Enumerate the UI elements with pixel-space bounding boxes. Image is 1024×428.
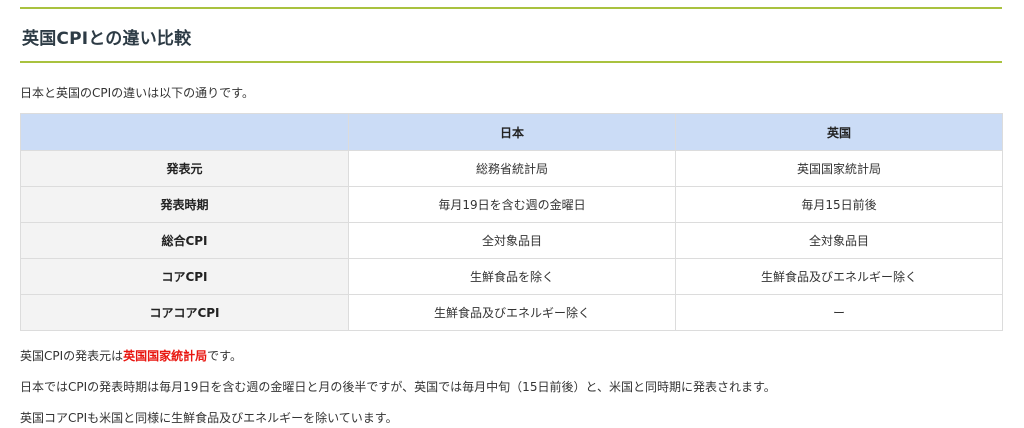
- table-row: コアコアCPI 生鮮食品及びエネルギー除く ー: [20, 294, 1003, 331]
- article-section: 英国CPIとの違い比較 日本と英国のCPIの違いは以下の通りです。 日本 英国 …: [0, 0, 1024, 428]
- cell-uk: ー: [675, 294, 1003, 331]
- cell-uk: 英国国家統計局: [675, 150, 1003, 187]
- comparison-table: 日本 英国 発表元 総務省統計局 英国国家統計局 発表時期 毎月19日を含む週の…: [20, 113, 1003, 331]
- header-blank: [20, 113, 349, 151]
- cell-japan: 毎月19日を含む週の金曜日: [348, 186, 676, 223]
- table-row: コアCPI 生鮮食品を除く 生鮮食品及びエネルギー除く: [20, 258, 1003, 295]
- row-label: 発表元: [20, 150, 349, 187]
- row-label: 発表時期: [20, 186, 349, 223]
- intro-text: 日本と英国のCPIの違いは以下の通りです。: [20, 86, 254, 100]
- cell-uk: 生鮮食品及びエネルギー除く: [675, 258, 1003, 295]
- section-heading: 英国CPIとの違い比較: [22, 29, 192, 49]
- cell-uk: 全対象品目: [675, 222, 1003, 259]
- note-release-timing: 日本ではCPIの発表時期は毎月19日を含む週の金曜日と月の後半ですが、英国では毎…: [20, 380, 776, 394]
- cell-japan: 全対象品目: [348, 222, 676, 259]
- row-label: 総合CPI: [20, 222, 349, 259]
- note-publisher-after: です。: [207, 349, 242, 363]
- table-row: 総合CPI 全対象品目 全対象品目: [20, 222, 1003, 259]
- table-row: 発表時期 毎月19日を含む週の金曜日 毎月15日前後: [20, 186, 1003, 223]
- row-label: コアコアCPI: [20, 294, 349, 331]
- publisher-highlight: 英国国家統計局: [123, 349, 208, 363]
- cell-japan: 生鮮食品及びエネルギー除く: [348, 294, 676, 331]
- note-publisher: 英国CPIの発表元は英国国家統計局です。: [20, 347, 242, 364]
- table-header-row: 日本 英国: [20, 113, 1003, 151]
- header-japan: 日本: [348, 113, 676, 151]
- cell-japan: 総務省統計局: [348, 150, 676, 187]
- note-publisher-before: 英国CPIの発表元は: [20, 349, 124, 363]
- table-row: 発表元 総務省統計局 英国国家統計局: [20, 150, 1003, 187]
- row-label: コアCPI: [20, 258, 349, 295]
- note-core-cpi: 英国コアCPIも米国と同様に生鮮食品及びエネルギーを除いています。: [20, 411, 398, 425]
- cell-japan: 生鮮食品を除く: [348, 258, 676, 295]
- header-uk: 英国: [675, 113, 1003, 151]
- cell-uk: 毎月15日前後: [675, 186, 1003, 223]
- section-heading-box: 英国CPIとの違い比較: [20, 7, 1002, 63]
